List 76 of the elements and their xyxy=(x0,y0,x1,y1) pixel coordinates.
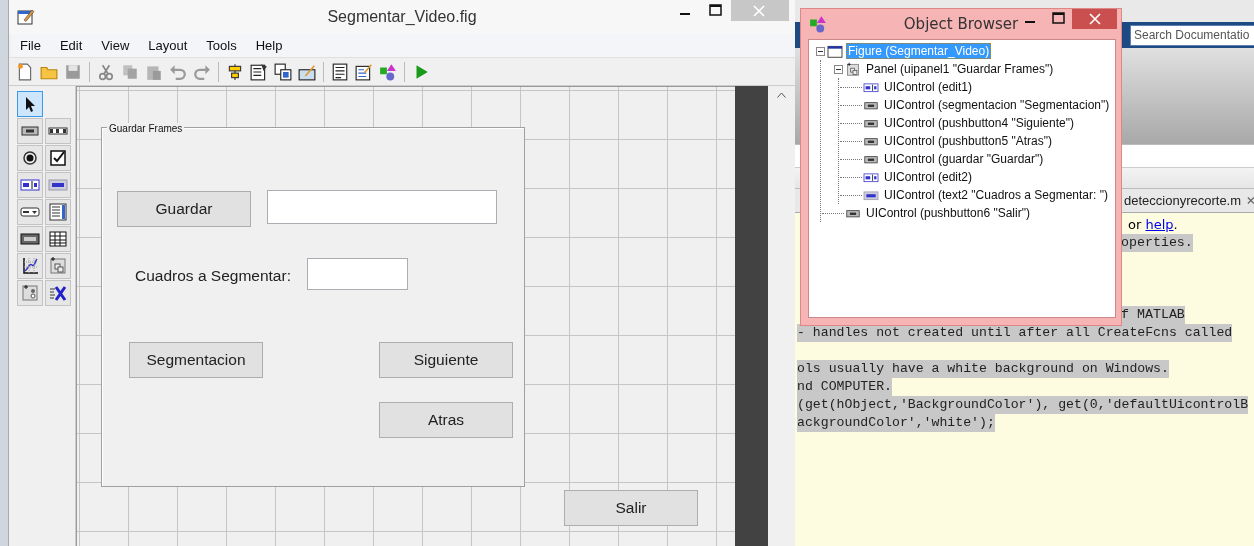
menu-item[interactable]: Edit xyxy=(50,38,93,53)
figure-edit-icon xyxy=(17,8,35,26)
dot-circle-icon xyxy=(20,148,40,168)
property-inspector-icon[interactable] xyxy=(355,62,373,81)
push-button-tool-button[interactable] xyxy=(17,118,43,144)
window-title: Object Browser xyxy=(903,15,1019,33)
push-button[interactable]: Segmentacion xyxy=(129,342,263,378)
window-title: Segmentar_Video.fig xyxy=(327,8,477,25)
dot-circle-tool-button[interactable] xyxy=(17,145,43,171)
popup-menu-tool-button[interactable] xyxy=(17,199,43,225)
shapes-icon[interactable] xyxy=(379,62,397,81)
shapes-icon xyxy=(809,14,827,33)
tab-order-icon[interactable] xyxy=(274,62,292,81)
collapse-icon[interactable] xyxy=(834,64,843,74)
code-text: f MATLAB xyxy=(1121,306,1185,324)
axes-icon xyxy=(20,256,40,276)
close-icon[interactable] xyxy=(1247,196,1254,205)
menu-item[interactable]: View xyxy=(92,38,140,53)
slider-tool-button[interactable] xyxy=(45,118,71,144)
push-button[interactable]: Guardar xyxy=(117,191,251,227)
close-icon xyxy=(1088,13,1101,25)
edit-text-icon xyxy=(863,80,879,94)
help-link[interactable]: help xyxy=(1145,217,1174,232)
tree-item[interactable]: UIControl (pushbutton6 "Salir") xyxy=(864,205,1032,221)
field-label: Cuadros a Segmentar: xyxy=(135,267,291,285)
tree-item[interactable]: UIControl (edit2) xyxy=(882,169,975,185)
menu-item[interactable]: Help xyxy=(246,38,293,53)
tree-item[interactable]: UIControl (text2 "Cuadros a Segmentar: ") xyxy=(882,187,1110,203)
tree-item[interactable]: UIControl (pushbutton4 "Siguiente") xyxy=(882,115,1076,131)
push-button[interactable]: Salir xyxy=(564,490,698,526)
axes-tool-button[interactable] xyxy=(17,253,43,279)
push-button[interactable]: Atras xyxy=(379,402,513,438)
button-group-tool-button[interactable] xyxy=(17,280,43,306)
close-button[interactable] xyxy=(1072,9,1117,29)
code-text: operties. xyxy=(1121,234,1193,252)
box-mark-tool-button[interactable] xyxy=(45,145,71,171)
new-file-icon[interactable] xyxy=(16,62,34,81)
search-field[interactable]: Search Documentatio xyxy=(1130,24,1254,46)
menu-item[interactable]: File xyxy=(11,38,51,53)
push-button[interactable]: Siguiente xyxy=(379,342,513,378)
static-text-tool-button[interactable] xyxy=(45,172,71,198)
panel-tool-button[interactable] xyxy=(45,253,71,279)
help-text: . xyxy=(1173,217,1178,232)
edit-text-icon xyxy=(863,170,879,184)
list-box-icon xyxy=(48,202,68,222)
button-group-icon xyxy=(20,283,40,303)
input-field[interactable] xyxy=(267,190,497,224)
table-tool-button[interactable] xyxy=(45,226,71,252)
tree-item[interactable]: UIControl (edit1) xyxy=(882,79,975,95)
close-icon xyxy=(753,4,765,17)
panel-icon xyxy=(845,62,861,76)
menu-editor-icon[interactable] xyxy=(250,62,268,81)
editor-tab[interactable]: deteccionyrecorte.m xyxy=(1124,193,1242,208)
input-field[interactable] xyxy=(307,258,408,290)
tree-item[interactable]: UIControl (guardar "Guardar") xyxy=(882,151,1046,167)
tree-item[interactable]: UIControl (segmentacion "Segmentacion") xyxy=(882,97,1112,113)
figure-window-icon xyxy=(827,44,843,58)
help-text: or xyxy=(1128,217,1142,232)
panel-title: Guardar Frames xyxy=(107,123,185,134)
align-icon[interactable] xyxy=(226,62,244,81)
scroll-up-icon[interactable] xyxy=(776,92,786,98)
menu-item[interactable]: Tools xyxy=(197,38,247,53)
document-icon[interactable] xyxy=(331,62,349,81)
edit-text-tool-button[interactable] xyxy=(17,172,43,198)
activex-tool-button[interactable] xyxy=(45,280,71,306)
menu-item[interactable]: Layout xyxy=(139,38,198,53)
box-mark-icon xyxy=(48,148,68,168)
table-icon xyxy=(48,229,68,249)
tree-item[interactable]: Panel (uipanel1 "Guardar Frames") xyxy=(864,61,1056,77)
collapse-icon[interactable] xyxy=(816,46,825,56)
panel-icon xyxy=(48,256,68,276)
toggle-button-tool-button[interactable] xyxy=(17,226,43,252)
tree-item[interactable]: UIControl (pushbutton5 "Atras") xyxy=(882,133,1054,149)
list-box-tool-button[interactable] xyxy=(45,199,71,225)
pointer-tool-button[interactable] xyxy=(17,91,43,117)
static-text-icon xyxy=(863,188,879,202)
